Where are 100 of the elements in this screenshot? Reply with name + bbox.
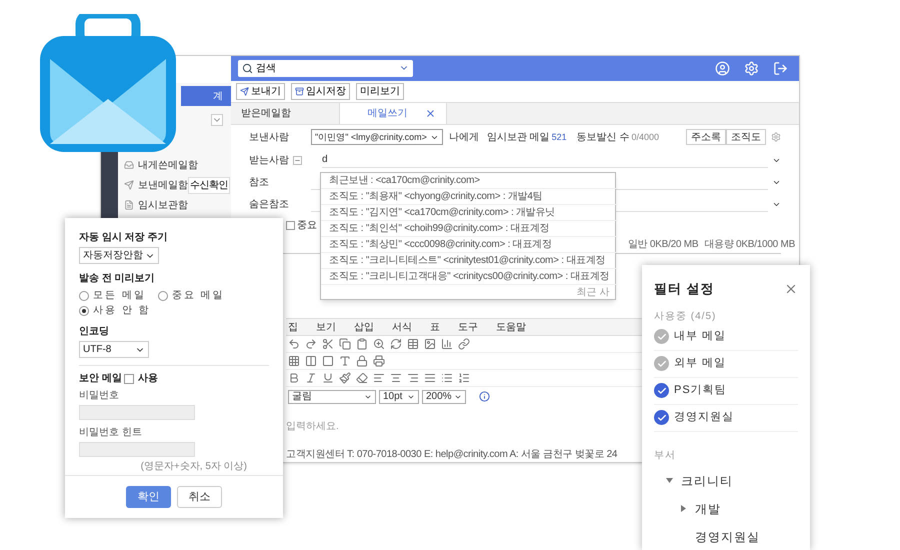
refresh-icon[interactable] — [390, 338, 402, 350]
menu-item[interactable]: 표 — [430, 320, 440, 334]
suggestion-item[interactable]: 조직도 : "크리니티테스트" <crinitytest01@crinity.com> : 대표계정 — [321, 253, 618, 269]
toolbar-button[interactable]: 보내기 — [236, 83, 285, 100]
compose-button[interactable]: 계 — [181, 86, 231, 106]
search-icon — [242, 62, 253, 74]
setting-label: 인코딩 — [79, 325, 110, 339]
underline-icon[interactable] — [322, 372, 334, 384]
settings-icon[interactable] — [744, 60, 759, 76]
undo-icon[interactable] — [288, 338, 300, 350]
sidebar-item[interactable]: 내게쓴메일함 — [124, 156, 198, 174]
radio-button[interactable] — [79, 290, 89, 300]
menu-item[interactable]: 서식 — [392, 320, 412, 334]
table-icon[interactable] — [407, 338, 419, 350]
checkbox[interactable] — [124, 374, 134, 384]
radio-button[interactable] — [158, 290, 168, 300]
bulk-count-label: 동보발신 수 — [576, 130, 630, 145]
text-icon[interactable] — [339, 355, 351, 367]
suggestion-item[interactable]: 조직도 : "최용재" <chyong@crinity.com> : 개발4팀 — [321, 189, 618, 205]
tree-item[interactable]: 개발 — [654, 494, 798, 522]
tree-item[interactable]: 경영지원실 — [654, 522, 798, 550]
bold-icon[interactable] — [288, 372, 300, 384]
to-self-link[interactable]: 나에게 — [448, 130, 479, 145]
suggestion-item[interactable]: 조직도 : "김지연" <ca170cm@crinity.com> : 개발유닛 — [321, 205, 618, 221]
print-icon[interactable] — [373, 355, 385, 367]
tab[interactable]: 메일쓰기 — [339, 103, 447, 124]
menu-item[interactable]: 보기 — [316, 320, 336, 334]
italic-icon[interactable] — [305, 372, 317, 384]
lock-icon[interactable] — [356, 355, 368, 367]
menu-item[interactable]: 삽입 — [354, 320, 374, 334]
close-icon[interactable] — [425, 108, 436, 120]
cut-icon[interactable] — [322, 338, 334, 350]
toolbar-button[interactable]: 임시저장 — [291, 83, 350, 100]
important-label: 중요 — [297, 218, 317, 233]
eraser-icon[interactable] — [356, 372, 368, 384]
menu-item[interactable]: 도구 — [458, 320, 478, 334]
font-select[interactable]: 굴림 — [288, 390, 376, 404]
user-icon[interactable] — [715, 60, 730, 76]
suggestion-item[interactable]: 조직도 : "최인석" <choih99@crinity.com> : 대표계정 — [321, 221, 618, 237]
suggestion-item[interactable]: 최근보낸 : <ca170cm@crinity.com> — [321, 173, 618, 189]
recipient-input[interactable]: d — [322, 152, 768, 168]
read-receipt-badge[interactable]: 수신확인 — [188, 176, 230, 194]
hint-field[interactable] — [79, 442, 195, 457]
radio-button[interactable] — [79, 306, 89, 316]
frame-icon[interactable] — [322, 355, 334, 367]
zoom-select[interactable]: 200% — [422, 390, 466, 404]
chevron-down-icon[interactable] — [211, 114, 223, 126]
align-center-icon[interactable] — [390, 372, 402, 384]
align-justify-icon[interactable] — [424, 372, 436, 384]
collapse-icon[interactable] — [293, 156, 302, 165]
suggestion-item[interactable]: 조직도 : "최상민" <ccc0098@crinity.com> : 대표계정 — [321, 237, 618, 253]
address-button[interactable]: 주소록 — [686, 129, 726, 146]
logout-icon[interactable] — [773, 60, 788, 76]
app-icon — [40, 14, 176, 152]
archive-icon — [295, 87, 304, 96]
tree-item[interactable]: 크리니티 — [654, 466, 798, 494]
gear-icon[interactable] — [771, 132, 781, 142]
password-field[interactable] — [79, 405, 195, 420]
autosave-select[interactable]: 자동저장안함 — [79, 247, 159, 264]
filter-item[interactable]: PS기획팀 — [654, 378, 798, 404]
radio-option[interactable]: 사용 안 함 — [79, 303, 151, 318]
grid-icon[interactable] — [288, 355, 300, 367]
link-icon[interactable] — [458, 338, 470, 350]
radio-option[interactable]: 중요 메일 — [158, 288, 225, 303]
filter-item[interactable]: 경영지원실 — [654, 404, 798, 432]
radio-option[interactable]: 모든 메일 — [79, 288, 146, 303]
encoding-select[interactable]: UTF-8 — [79, 341, 149, 358]
align-left-icon[interactable] — [373, 372, 385, 384]
info-icon[interactable] — [479, 391, 490, 402]
address-button[interactable]: 조직도 — [726, 129, 766, 146]
menu-item[interactable]: 집 — [288, 320, 298, 334]
suggestion-item[interactable]: 조직도 : "크리니티고객대응" <crinitycs00@crinity.com> : 대표계정 — [321, 269, 618, 285]
menu-item[interactable]: 도움말 — [496, 320, 526, 334]
sender-select[interactable]: "이민영" <lmy@crinity.com> — [311, 129, 443, 146]
size-select[interactable]: 10pt — [379, 390, 419, 404]
signature-footer: 고객지원센터 T: 070-7018-0030 E: help@crinity.com A: 서울 금천구 벚꽃로 24 — [286, 446, 618, 462]
caret-right-icon[interactable] — [680, 505, 687, 512]
copy-icon[interactable] — [339, 338, 351, 350]
zoom-icon[interactable] — [373, 338, 385, 350]
bulk-count: 0/4000 — [631, 130, 659, 144]
search-field[interactable]: 검색 — [238, 60, 413, 77]
image-icon[interactable] — [424, 338, 436, 350]
chart-icon[interactable] — [441, 338, 453, 350]
paste-icon[interactable] — [356, 338, 368, 350]
sidebar-item[interactable]: 임시보관함 — [124, 196, 188, 214]
cancel-button[interactable]: 취소 — [177, 486, 222, 508]
panel-title: 필터 설정 — [654, 280, 715, 298]
caret-down-icon[interactable] — [666, 477, 673, 484]
numbered-list-icon[interactable] — [458, 372, 470, 384]
toolbar-button[interactable]: 미리보기 — [356, 83, 404, 100]
section-label: 사용중 (4/5) — [654, 310, 718, 324]
checkbox[interactable] — [286, 220, 295, 230]
tab[interactable]: 받은메일함 — [231, 103, 339, 124]
sidebar-item[interactable]: 보낸메일함 — [124, 176, 188, 194]
align-right-icon[interactable] — [407, 372, 419, 384]
send-icon — [240, 87, 249, 96]
paint-icon[interactable] — [339, 372, 351, 384]
confirm-button[interactable]: 확인 — [126, 486, 171, 508]
redo-icon[interactable] — [305, 338, 317, 350]
columns-icon[interactable] — [305, 355, 317, 367]
